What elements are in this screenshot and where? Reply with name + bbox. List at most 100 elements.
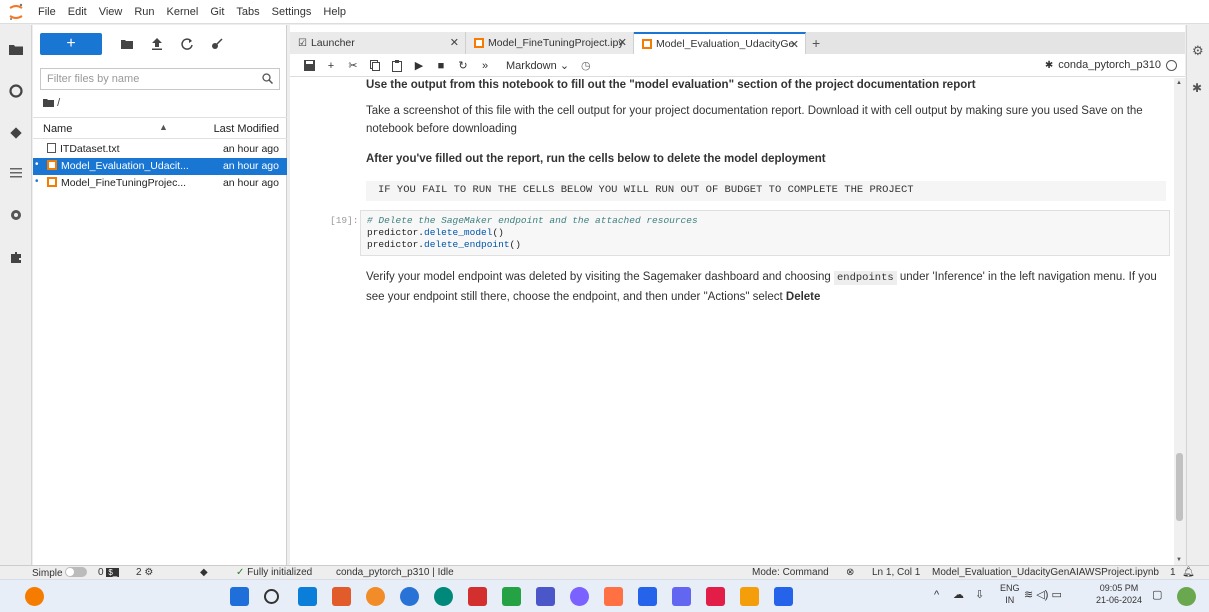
insert-cell-icon[interactable]: + [320,60,342,72]
kernel-name[interactable]: conda_pytorch_p310 [1058,59,1161,71]
menu-file[interactable]: File [32,6,62,18]
cursor-info-icon: ⊗ [846,567,855,578]
close-icon[interactable]: ✕ [450,36,459,49]
close-icon[interactable]: ✕ [618,36,627,49]
file-row-selected[interactable]: • Model_Evaluation_Udacit... an hour ago [33,158,287,175]
terminal-count[interactable]: 0 $_ [98,567,120,578]
tray-chevron-icon[interactable]: ^ [934,589,939,601]
file-explorer-icon[interactable] [298,587,317,606]
notifications-icon[interactable]: ▢ [1152,589,1162,601]
extension-icon[interactable] [8,249,24,265]
notebook-icon [474,38,484,48]
chrome-icon[interactable] [434,587,453,606]
toc-icon[interactable] [8,165,24,181]
tab-launcher[interactable]: ☑ Launcher ✕ [290,32,466,54]
spreadsheet-icon[interactable] [502,587,521,606]
code-object: predictor. [367,227,425,238]
settings-gear-icon[interactable]: ⚙ [1192,43,1204,59]
add-tab-icon[interactable]: + [812,35,820,51]
whatsapp-icon[interactable] [570,587,589,606]
sort-ascending-icon[interactable]: ▲ [159,122,168,132]
git-clone-icon[interactable] [202,34,232,54]
language-indicator[interactable]: ENG IN [1000,582,1020,606]
menu-help[interactable]: Help [317,6,352,18]
onedrive-icon[interactable]: ☁ [953,589,964,601]
wifi-sound-battery-icon[interactable]: ≋ ◁) ▭ [1024,589,1062,601]
breadcrumb-root[interactable]: / [57,97,60,109]
search-icon[interactable] [264,589,279,604]
teams-icon[interactable] [604,587,623,606]
breadcrumb[interactable]: / [43,97,60,109]
inline-code: endpoints [833,271,897,285]
running-icon[interactable] [8,83,24,99]
scrollbar-thumb[interactable] [1176,453,1183,521]
file-row[interactable]: • Model_FineTuningProjec... an hour ago [33,175,287,192]
folder-icon[interactable] [8,41,24,57]
menu-kernel[interactable]: Kernel [161,6,205,18]
scroll-down-icon[interactable]: ▼ [1176,557,1182,563]
app-icon[interactable] [536,587,555,606]
new-launcher-button[interactable]: + [40,33,102,55]
kernel-state[interactable]: conda_pytorch_p310 | Idle [336,567,454,578]
git-status-icon[interactable]: ◆ [200,567,208,578]
copy-icon[interactable] [364,60,386,71]
word-icon[interactable] [774,587,793,606]
menu-git[interactable]: Git [204,6,230,18]
simple-mode-toggle[interactable]: Simple [32,567,88,579]
property-inspector-icon[interactable] [8,207,24,223]
menu-view[interactable]: View [93,6,129,18]
column-last-modified[interactable]: Last Modified [214,123,279,135]
toggle-switch[interactable] [65,567,88,577]
tab-finetuning-notebook[interactable]: Model_FineTuningProject.ipy ✕ [466,32,634,54]
refresh-icon[interactable] [172,34,202,54]
folder-icon[interactable] [332,587,351,606]
code-cell[interactable]: # Delete the SageMaker endpoint and the … [360,210,1170,256]
file-row[interactable]: ITDataset.txt an hour ago [33,141,287,158]
app-icon[interactable] [740,587,759,606]
vscode-icon[interactable] [468,587,487,606]
windows-start-icon[interactable] [230,587,249,606]
fast-forward-icon[interactable]: » [474,60,496,72]
stop-icon[interactable]: ■ [430,60,452,72]
bell-icon[interactable]: 🔔︎ [1182,567,1195,578]
tab-evaluation-notebook[interactable]: Model_Evaluation_UdacityGe ✕ [634,32,806,54]
close-icon[interactable]: ✕ [790,38,799,51]
new-folder-icon[interactable] [112,34,142,54]
run-icon[interactable]: ▶ [408,59,430,72]
mode-indicator: Mode: Command [752,567,829,578]
paste-icon[interactable] [386,59,408,72]
cell-type-select[interactable]: Markdown ⌄ [506,59,569,72]
clock[interactable]: 09:05 PM 21-06-2024 [1096,582,1142,606]
app-icon[interactable] [672,587,691,606]
tab-label: Model_Evaluation_UdacityGe [656,38,795,50]
scroll-up-icon[interactable]: ▲ [1176,80,1182,86]
menu-run[interactable]: Run [128,6,160,18]
vertical-scrollbar[interactable]: ▲ ▼ [1174,78,1185,565]
cut-icon[interactable]: ✂ [342,59,364,72]
usb-icon[interactable]: ⇩ [975,589,984,601]
debugger-bug-icon[interactable]: ✱ [1192,81,1202,95]
menu-settings[interactable]: Settings [266,6,318,18]
firefox-icon[interactable] [400,587,419,606]
save-icon[interactable] [298,60,320,71]
kernel-count[interactable]: 2 ⚙ [136,567,153,578]
file-name: Model_Evaluation_Udacit... [61,160,189,172]
upload-icon[interactable] [142,34,172,54]
linkedin-icon[interactable] [638,587,657,606]
kernel-indicator[interactable]: ✱ conda_pytorch_p310 [1045,59,1177,71]
browser-icon[interactable] [706,587,725,606]
kernel-idle-icon [1166,59,1177,71]
terminal-icon: $_ [106,568,120,577]
restart-icon[interactable]: ↻ [452,59,474,72]
git-icon[interactable] [8,125,24,141]
edge-icon[interactable] [366,587,385,606]
bug-icon[interactable]: ✱ [1045,60,1053,71]
menu-tabs[interactable]: Tabs [230,6,265,18]
cursor-position[interactable]: Ln 1, Col 1 [872,567,920,578]
menu-edit[interactable]: Edit [62,6,93,18]
file-filter-input[interactable]: Filter files by name [40,68,280,90]
weather-widget-icon[interactable] [25,587,44,606]
copilot-icon[interactable] [1177,587,1196,606]
clock-date: 21-06-2024 [1096,595,1143,605]
column-name[interactable]: Name [43,123,72,135]
